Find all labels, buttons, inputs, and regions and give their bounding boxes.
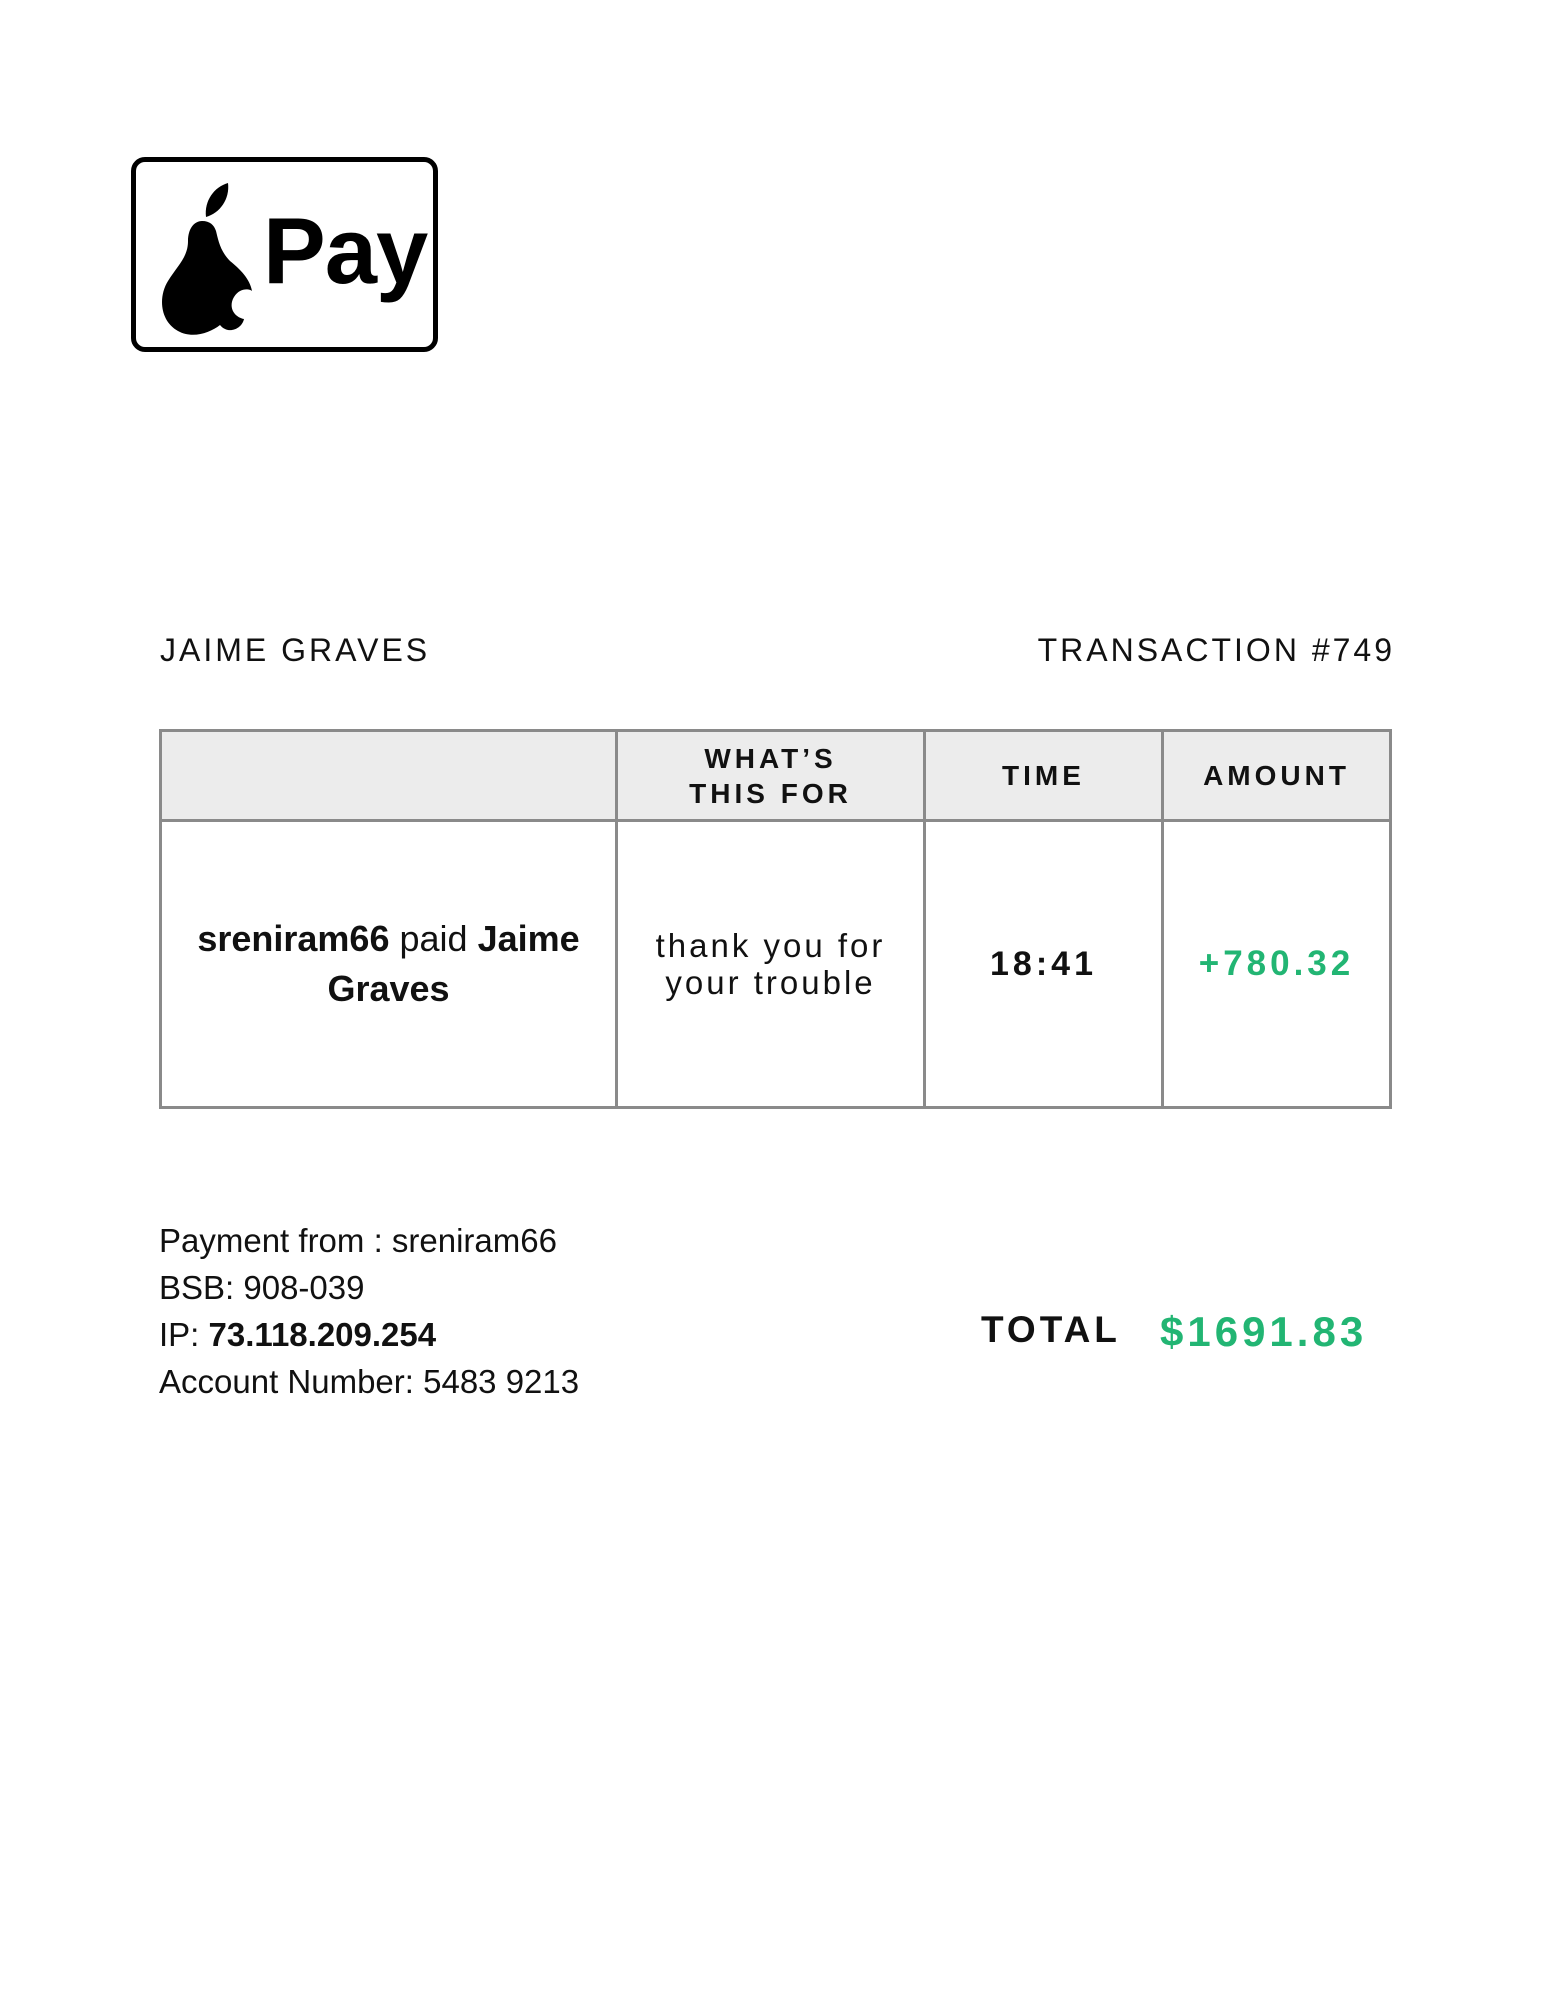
account-value: 5483 9213 [423, 1363, 580, 1400]
payment-note: thank you for your trouble [615, 819, 926, 1109]
apple-pay-logo: Pay [131, 157, 438, 352]
header-whats-this-for: WHAT’S THIS FOR [615, 729, 926, 822]
payment-description: sreniram66 paid Jaime Graves [159, 819, 618, 1109]
note-line-1: thank you for [655, 927, 886, 964]
header-for-line-2: THIS FOR [689, 777, 852, 809]
payer-name: sreniram66 [197, 918, 390, 959]
payment-from-value: sreniram66 [391, 1222, 557, 1259]
table-header-row: WHAT’S THIS FOR TIME AMOUNT [159, 729, 1392, 822]
header-blank [159, 729, 618, 822]
bsb-value: 908-039 [243, 1269, 365, 1306]
total-value: $1691.83 [1160, 1308, 1368, 1355]
payment-amount: +780.32 [1161, 819, 1392, 1109]
account-line: Account Number: 5483 9213 [159, 1358, 579, 1405]
header-for-line-1: WHAT’S [704, 742, 837, 774]
note-line-2: your trouble [665, 964, 876, 1001]
header-time: TIME [923, 729, 1164, 822]
ip-value: 73.118.209.254 [208, 1316, 437, 1353]
payment-from-label: Payment from : [159, 1222, 392, 1259]
pay-wordmark: Pay [263, 198, 428, 303]
pear-icon [162, 183, 252, 335]
payment-info: Payment from : sreniram66 BSB: 908-039 I… [159, 1217, 579, 1405]
bsb-line: BSB: 908-039 [159, 1264, 579, 1311]
ip-label: IP: [159, 1316, 209, 1353]
transaction-table: WHAT’S THIS FOR TIME AMOUNT sreniram66 p… [159, 729, 1392, 1109]
transaction-number: TRANSACTION #749 [1037, 632, 1395, 668]
payment-time: 18:41 [923, 819, 1164, 1109]
account-label: Account Number: [159, 1363, 424, 1400]
total-label: TOTAL [981, 1309, 1121, 1350]
recipient-name: JAIME GRAVES [160, 632, 431, 668]
paid-word: paid [389, 918, 478, 959]
ip-line: IP: 73.118.209.254 [159, 1311, 579, 1358]
bsb-label: BSB: [159, 1269, 244, 1306]
payment-from-line: Payment from : sreniram66 [159, 1217, 579, 1264]
header-amount: AMOUNT [1161, 729, 1392, 822]
table-row: sreniram66 paid Jaime Graves thank you f… [159, 819, 1392, 1109]
